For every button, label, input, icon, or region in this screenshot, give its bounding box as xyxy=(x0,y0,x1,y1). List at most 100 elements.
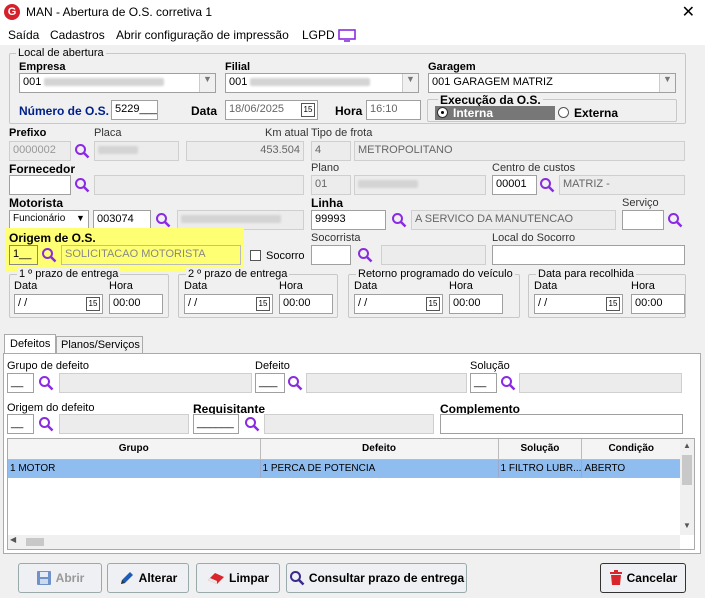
externa-radio[interactable] xyxy=(558,107,569,118)
grid-col-grupo[interactable]: Grupo xyxy=(8,439,261,460)
origem-defeito-search-icon[interactable] xyxy=(38,416,54,432)
grid-col-defeito[interactable]: Defeito xyxy=(260,439,499,460)
local-abertura-legend: Local de abertura xyxy=(16,47,106,59)
motorista-code[interactable]: 003074 xyxy=(93,210,151,230)
data-label: Data xyxy=(191,104,218,118)
menu-impressao[interactable]: Abrir configuração de impressão xyxy=(116,28,289,42)
tab-planos-servicos[interactable]: Planos/Serviços xyxy=(56,336,143,354)
linha-code[interactable]: 99993 xyxy=(311,210,386,230)
tipo-frota-value: METROPOLITANO xyxy=(354,141,685,161)
defeito-search-icon[interactable] xyxy=(287,375,303,391)
close-button[interactable]: ✕ xyxy=(682,2,695,22)
defeito-label: Defeito xyxy=(255,360,290,372)
garagem-select[interactable]: 001 GARAGEM MATRIZ xyxy=(428,73,676,93)
retorno-data-label: Data xyxy=(354,280,378,292)
centro-value: MATRIZ - xyxy=(559,175,685,195)
monitor-icon[interactable] xyxy=(338,29,356,42)
grid-hscrollbar[interactable]: ◀ xyxy=(8,535,680,549)
socorro-checkbox[interactable] xyxy=(250,250,261,261)
empresa-select[interactable]: 001 xyxy=(19,73,216,93)
scroll-down-icon[interactable]: ▼ xyxy=(680,519,694,533)
plano-label: Plano xyxy=(311,162,340,174)
calendar-icon[interactable]: 15 xyxy=(256,297,270,311)
filial-label: Filial xyxy=(225,61,251,73)
filial-dropdown-icon[interactable]: ▼ xyxy=(402,74,418,92)
grupo-defeito-search-icon[interactable] xyxy=(38,375,54,391)
linha-search-icon[interactable] xyxy=(391,212,407,228)
local-socorro-input[interactable] xyxy=(492,245,685,265)
interna-radio[interactable] xyxy=(437,107,448,118)
scroll-thumb[interactable] xyxy=(682,455,692,485)
servico-label: Serviço xyxy=(622,197,659,209)
recolhida-hora[interactable]: 00:00 xyxy=(631,294,685,314)
grid-header-row: Grupo Defeito Solução Condição xyxy=(8,439,680,460)
socorrista-search-icon[interactable] xyxy=(357,247,373,263)
grid-col-solucao[interactable]: Solução xyxy=(498,439,583,460)
scroll-left-icon[interactable]: ◀ xyxy=(10,535,16,544)
prefixo-input[interactable]: 0000002 xyxy=(9,141,71,161)
fornecedor-search-icon[interactable] xyxy=(74,177,90,193)
menu-saida[interactable]: Saída xyxy=(8,28,39,42)
cancelar-button[interactable]: Cancelar xyxy=(600,563,686,593)
origem-search-icon[interactable] xyxy=(41,247,57,263)
motorista-search-icon[interactable] xyxy=(155,212,171,228)
prazo2-hora[interactable]: 00:00 xyxy=(279,294,333,314)
prazo1-hora[interactable]: 00:00 xyxy=(109,294,163,314)
prazo2-hora-label: Hora xyxy=(279,280,303,292)
prefixo-search-icon[interactable] xyxy=(74,143,90,159)
defeitos-grid[interactable]: Grupo Defeito Solução Condição 1 MOTOR 1… xyxy=(7,438,695,550)
empresa-dropdown-icon[interactable]: ▼ xyxy=(199,74,215,92)
table-row[interactable]: 1 MOTOR 1 PERCA DE POTENCIA 1 FILTRO LUB… xyxy=(8,459,680,478)
requisitante-input[interactable]: ______ xyxy=(193,414,239,434)
recolhida-title: Data para recolhida xyxy=(536,268,637,280)
centro-code[interactable]: 00001 xyxy=(492,175,537,195)
socorro-label: Socorro xyxy=(266,250,305,262)
consultar-prazo-button[interactable]: Consultar prazo de entrega xyxy=(286,563,467,593)
hora-input[interactable]: 16:10 xyxy=(366,100,421,120)
solucao-search-icon[interactable] xyxy=(500,375,516,391)
fornecedor-input[interactable] xyxy=(9,175,71,195)
retorno-hora[interactable]: 00:00 xyxy=(449,294,503,314)
hscroll-thumb[interactable] xyxy=(26,538,44,546)
title-bar: G MAN - Abertura de O.S. corretiva 1 ✕ xyxy=(0,0,705,26)
motorista-tipo-dropdown-icon[interactable]: ▼ xyxy=(76,213,85,223)
abrir-button[interactable]: Abrir xyxy=(18,563,102,593)
origem-code[interactable]: 1__ xyxy=(9,245,38,265)
solucao-label: Solução xyxy=(470,360,510,372)
grupo-defeito-input[interactable]: __ xyxy=(7,373,34,393)
calendar-icon[interactable]: 15 xyxy=(606,297,620,311)
defeito-name xyxy=(306,373,467,393)
calendar-icon[interactable]: 15 xyxy=(426,297,440,311)
calendar-icon[interactable]: 15 xyxy=(86,297,100,311)
limpar-button[interactable]: Limpar xyxy=(196,563,280,593)
app-logo: G xyxy=(4,4,20,20)
numero-os-input[interactable]: 5229___ xyxy=(111,100,158,120)
complemento-input[interactable] xyxy=(440,414,683,434)
prefixo-label: Prefixo xyxy=(9,127,47,139)
grid-col-condicao[interactable]: Condição xyxy=(581,439,680,460)
servico-search-icon[interactable] xyxy=(667,212,683,228)
menu-lgpd[interactable]: LGPD xyxy=(302,28,335,42)
linha-value: A SERVICO DA MANUTENCAO xyxy=(411,210,616,230)
alterar-button[interactable]: Alterar xyxy=(107,563,189,593)
scroll-up-icon[interactable]: ▲ xyxy=(680,439,694,453)
tab-defeitos[interactable]: Defeitos xyxy=(4,334,56,354)
prazo1-hora-label: Hora xyxy=(109,280,133,292)
plano-code: 01 xyxy=(311,175,351,195)
origem-defeito-input[interactable]: __ xyxy=(7,414,34,434)
pencil-icon xyxy=(120,572,133,584)
defeito-input[interactable]: ___ xyxy=(255,373,285,393)
calendar-icon[interactable]: 15 xyxy=(301,103,315,117)
centro-search-icon[interactable] xyxy=(539,177,555,193)
garagem-dropdown-icon[interactable]: ▼ xyxy=(659,74,675,92)
requisitante-search-icon[interactable] xyxy=(244,416,260,432)
servico-input[interactable] xyxy=(622,210,664,230)
solucao-input[interactable]: __ xyxy=(470,373,497,393)
retorno-title: Retorno programado do veículo xyxy=(356,268,515,280)
grupo-defeito-label: Grupo de defeito xyxy=(7,360,89,372)
retorno-hora-label: Hora xyxy=(449,280,473,292)
socorrista-input[interactable] xyxy=(311,245,351,265)
menu-cadastros[interactable]: Cadastros xyxy=(50,28,105,42)
filial-select[interactable]: 001 xyxy=(225,73,419,93)
grid-vscrollbar[interactable]: ▲ ▼ xyxy=(680,439,694,535)
